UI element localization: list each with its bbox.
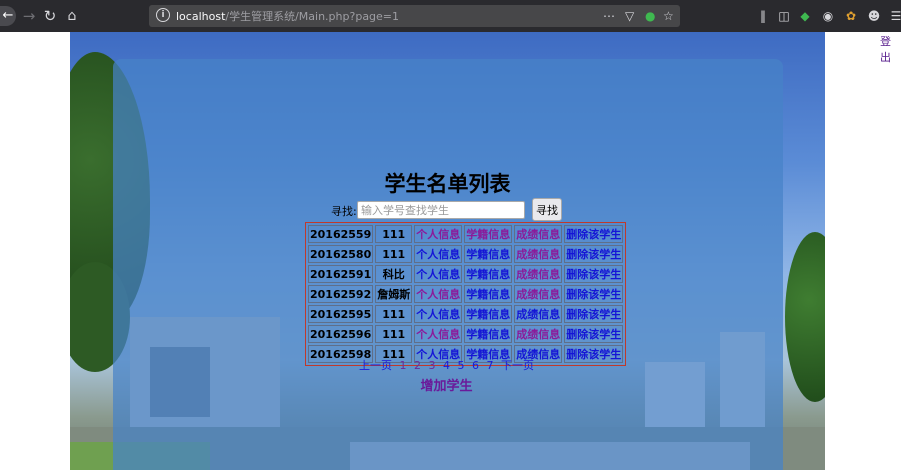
search-input[interactable] <box>357 201 525 219</box>
student-id-cell: 20162592 <box>308 285 374 303</box>
extension-icon[interactable]: ◉ <box>820 8 836 24</box>
personal-info-link[interactable]: 个人信息 <box>414 225 463 243</box>
student-class-cell: 111 <box>375 305 413 323</box>
student-id-cell: 20162580 <box>308 245 374 263</box>
home-button[interactable]: ⌂ <box>62 6 82 26</box>
student-id-cell: 20162595 <box>308 305 374 323</box>
prev-page-link[interactable]: 上一页 <box>359 359 392 372</box>
table-row: 20162580 111 个人信息 学籍信息 成绩信息 删除该学生 <box>308 245 624 263</box>
enrollment-info-link[interactable]: 学籍信息 <box>464 325 513 343</box>
delete-student-link[interactable]: 删除该学生 <box>564 325 624 343</box>
page-link-4[interactable]: 4 <box>443 359 450 372</box>
logout-link[interactable]: 登出 <box>880 33 901 65</box>
student-table: 20162559 111 个人信息 学籍信息 成绩信息 删除该学生 201625… <box>305 222 627 366</box>
enrollment-info-link[interactable]: 学籍信息 <box>464 265 513 283</box>
delete-student-link[interactable]: 删除该学生 <box>564 225 624 243</box>
page-margin-right <box>825 32 901 470</box>
student-id-cell: 20162559 <box>308 225 374 243</box>
personal-info-link[interactable]: 个人信息 <box>414 265 463 283</box>
search-button[interactable]: 寻找 <box>532 198 562 221</box>
grades-info-link[interactable]: 成绩信息 <box>514 225 563 243</box>
table-row: 20162595 111 个人信息 学籍信息 成绩信息 删除该学生 <box>308 305 624 323</box>
pagination: 上一页 1 2 3 4 5 6 7 下一页 <box>0 357 893 373</box>
student-id-cell: 20162591 <box>308 265 374 283</box>
personal-info-link[interactable]: 个人信息 <box>414 305 463 323</box>
student-class-cell: 科比 <box>375 265 413 283</box>
page-title: 学生名单列表 <box>384 172 511 196</box>
menu-icon[interactable]: ☰ <box>888 8 901 24</box>
delete-student-link[interactable]: 删除该学生 <box>564 265 624 283</box>
page-link-3[interactable]: 3 <box>429 359 436 372</box>
grades-info-link[interactable]: 成绩信息 <box>514 245 563 263</box>
student-class-cell: 111 <box>375 245 413 263</box>
personal-info-link[interactable]: 个人信息 <box>414 245 463 263</box>
personal-info-link[interactable]: 个人信息 <box>414 285 463 303</box>
page-link-5[interactable]: 5 <box>458 359 465 372</box>
page-link-2[interactable]: 2 <box>414 359 421 372</box>
table-row: 20162591 科比 个人信息 学籍信息 成绩信息 删除该学生 <box>308 265 624 283</box>
library-icon[interactable]: ‖ <box>755 8 771 24</box>
reload-button[interactable]: ↻ <box>40 6 60 26</box>
info-icon[interactable]: i <box>156 8 170 22</box>
extension-shield-icon[interactable]: ◆ <box>797 8 813 24</box>
table-row: 20162592 詹姆斯 个人信息 学籍信息 成绩信息 删除该学生 <box>308 285 624 303</box>
grades-info-link[interactable]: 成绩信息 <box>514 285 563 303</box>
student-class-cell: 詹姆斯 <box>375 285 413 303</box>
pocket-icon[interactable]: ▽ <box>625 8 634 24</box>
more-icon[interactable]: ⋯ <box>603 8 615 24</box>
extension-flower-icon[interactable]: ✿ <box>843 8 859 24</box>
grades-info-link[interactable]: 成绩信息 <box>514 325 563 343</box>
delete-student-link[interactable]: 删除该学生 <box>564 245 624 263</box>
grades-info-link[interactable]: 成绩信息 <box>514 305 563 323</box>
enrollment-info-link[interactable]: 学籍信息 <box>464 225 513 243</box>
student-class-cell: 111 <box>375 325 413 343</box>
url-text[interactable]: localhost/学生管理系统/Main.php?page=1 <box>176 8 399 24</box>
delete-student-link[interactable]: 删除该学生 <box>564 285 624 303</box>
enrollment-info-link[interactable]: 学籍信息 <box>464 305 513 323</box>
url-bar[interactable]: i localhost/学生管理系统/Main.php?page=1 ⋯ ▽ ●… <box>149 5 680 27</box>
enrollment-info-link[interactable]: 学籍信息 <box>464 245 513 263</box>
add-student-link[interactable]: 增加学生 <box>0 375 893 394</box>
forward-button[interactable]: → <box>19 6 39 26</box>
enrollment-info-link[interactable]: 学籍信息 <box>464 285 513 303</box>
table-row: 20162596 111 个人信息 学籍信息 成绩信息 删除该学生 <box>308 325 624 343</box>
back-button[interactable]: ← <box>0 6 16 26</box>
browser-toolbar: ← → ↻ ⌂ i localhost/学生管理系统/Main.php?page… <box>0 0 901 32</box>
grades-info-link[interactable]: 成绩信息 <box>514 265 563 283</box>
student-id-cell: 20162596 <box>308 325 374 343</box>
search-label: 寻找: <box>331 205 357 218</box>
delete-student-link[interactable]: 删除该学生 <box>564 305 624 323</box>
page-link-6[interactable]: 6 <box>472 359 479 372</box>
student-class-cell: 111 <box>375 225 413 243</box>
page-link-7[interactable]: 7 <box>487 359 494 372</box>
bookmark-star-icon[interactable]: ☆ <box>663 8 674 24</box>
next-page-link[interactable]: 下一页 <box>501 359 534 372</box>
shield-icon[interactable]: ● <box>645 8 655 24</box>
page-link-1[interactable]: 1 <box>400 359 407 372</box>
personal-info-link[interactable]: 个人信息 <box>414 325 463 343</box>
page-margin-left <box>0 32 70 470</box>
table-row: 20162559 111 个人信息 学籍信息 成绩信息 删除该学生 <box>308 225 624 243</box>
sidebar-icon[interactable]: ◫ <box>776 8 792 24</box>
account-icon[interactable]: ☻ <box>866 8 882 24</box>
